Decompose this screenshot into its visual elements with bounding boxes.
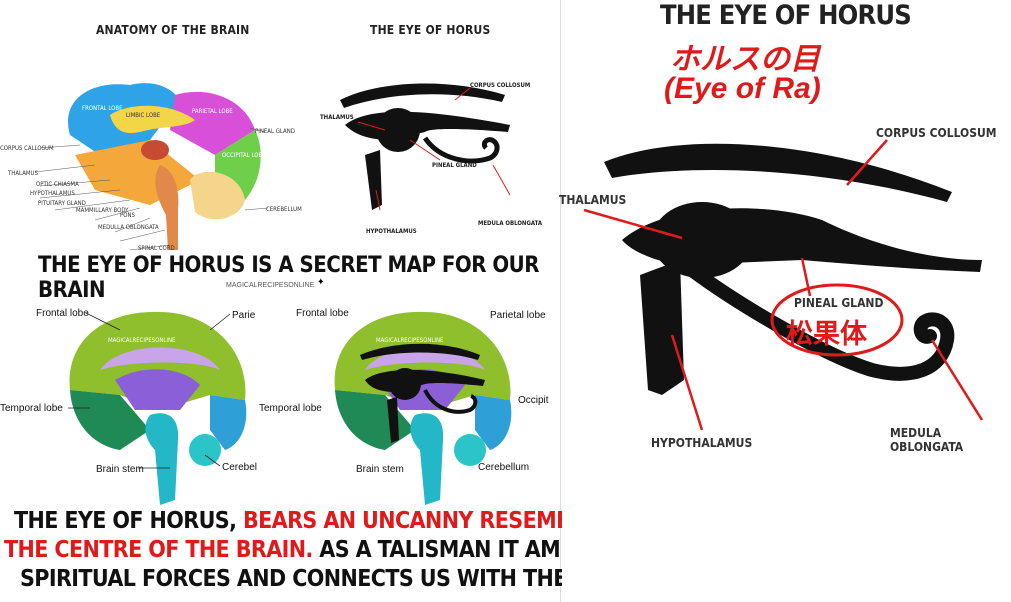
brain2-label-parietal: Parietal lobe — [490, 310, 546, 321]
label-hypothalamus-anat: HYPOTHALAMUS — [30, 190, 75, 197]
label-optic-chiasma: OPTIC CHIASMA — [36, 181, 79, 188]
brow-shape — [604, 143, 952, 202]
label-corpus-callosum: CORPUS CALLOSUM — [0, 145, 54, 152]
eye-label-pineal: PINEAL GLAND — [432, 162, 477, 169]
right-label-medula: MEDULA OBLONGATA — [890, 426, 964, 454]
label-frontal-lobe: FRONTAL LOBE — [82, 105, 123, 112]
label-occipital-lobe: OCCIPITAL LOBE — [222, 152, 266, 159]
eye-title-small: THE EYE OF HORUS — [370, 23, 491, 37]
caption-part-1: THE EYE OF HORUS, — [14, 508, 243, 534]
right-label-corpus: CORPUS COLLOSUM — [876, 126, 997, 140]
right-label-thalamus: THALAMUS — [559, 193, 627, 207]
label-medulla-anat: MEDULLA OBLONGATA — [98, 224, 159, 231]
label-parietal-lobe: PARIETAL LOBE — [192, 108, 233, 115]
left-panel: ANATOMY OF THE BRAIN THE EYE OF HORUS FR… — [0, 0, 699, 602]
line-medula — [930, 339, 984, 421]
headline: THE EYE OF HORUS IS A SECRET MAP FOR OUR… — [38, 253, 540, 303]
thalamus-region — [141, 140, 169, 160]
label-cerebellum-anat: CEREBELLUM — [266, 206, 302, 213]
brain2-label-temporal: Temporal lobe — [259, 403, 322, 414]
right-panel: THE EYE OF HORUS ホルスの目 (Eye of Ra) CORPU… — [559, 0, 1011, 602]
brain2-label-occipital: Occipit — [518, 395, 549, 406]
teardrop-shape — [640, 260, 684, 395]
label-pineal-anat: PINEAL GLAND — [255, 128, 295, 135]
label-thalamus-anat: THALAMUS — [8, 170, 38, 177]
colored-brain-2 — [334, 311, 512, 505]
eye-label-hypothalamus: HYPOTHALAMUS — [366, 228, 417, 235]
caption-part-3: THE CENTRE OF THE BRAIN. — [4, 537, 313, 563]
brain2-watermark: MAGICALRECIPESONLINE — [376, 337, 444, 344]
label-pituitary-gland: PITUITARY GLAND — [38, 200, 86, 207]
witch-logo-icon: ✦ — [317, 277, 325, 288]
watermark-text: MAGICALRECIPESONLINE — [226, 282, 315, 289]
eye-label-thalamus: THALAMUS — [320, 114, 354, 121]
right-title: THE EYE OF HORUS — [660, 0, 912, 31]
label-spinal-cord: SPINAL CORD — [138, 245, 175, 252]
brain2-label-cerebellum: Cerebellum — [478, 462, 530, 473]
right-label-pineal: PINEAL GLAND — [794, 296, 884, 310]
eye-label-corpus: CORPUS COLLOSUM — [470, 82, 531, 89]
label-pons: PONS — [120, 212, 135, 219]
brain1-leader-lines — [68, 312, 231, 469]
eye-of-horus-small — [340, 83, 511, 211]
eye-label-medula: MEDULA OBLONGATA — [478, 220, 542, 227]
anatomy-title: ANATOMY OF THE BRAIN — [96, 23, 250, 37]
brain2-label-stem: Brain stem — [356, 464, 404, 475]
right-label-hypothalamus: HYPOTHALAMUS — [651, 436, 753, 450]
brain2-label-frontal: Frontal lobe — [296, 308, 349, 319]
label-limbic-lobe: LIMBIC LOBE — [126, 112, 161, 119]
right-label-pineal-japanese: 松果体 — [786, 319, 867, 350]
